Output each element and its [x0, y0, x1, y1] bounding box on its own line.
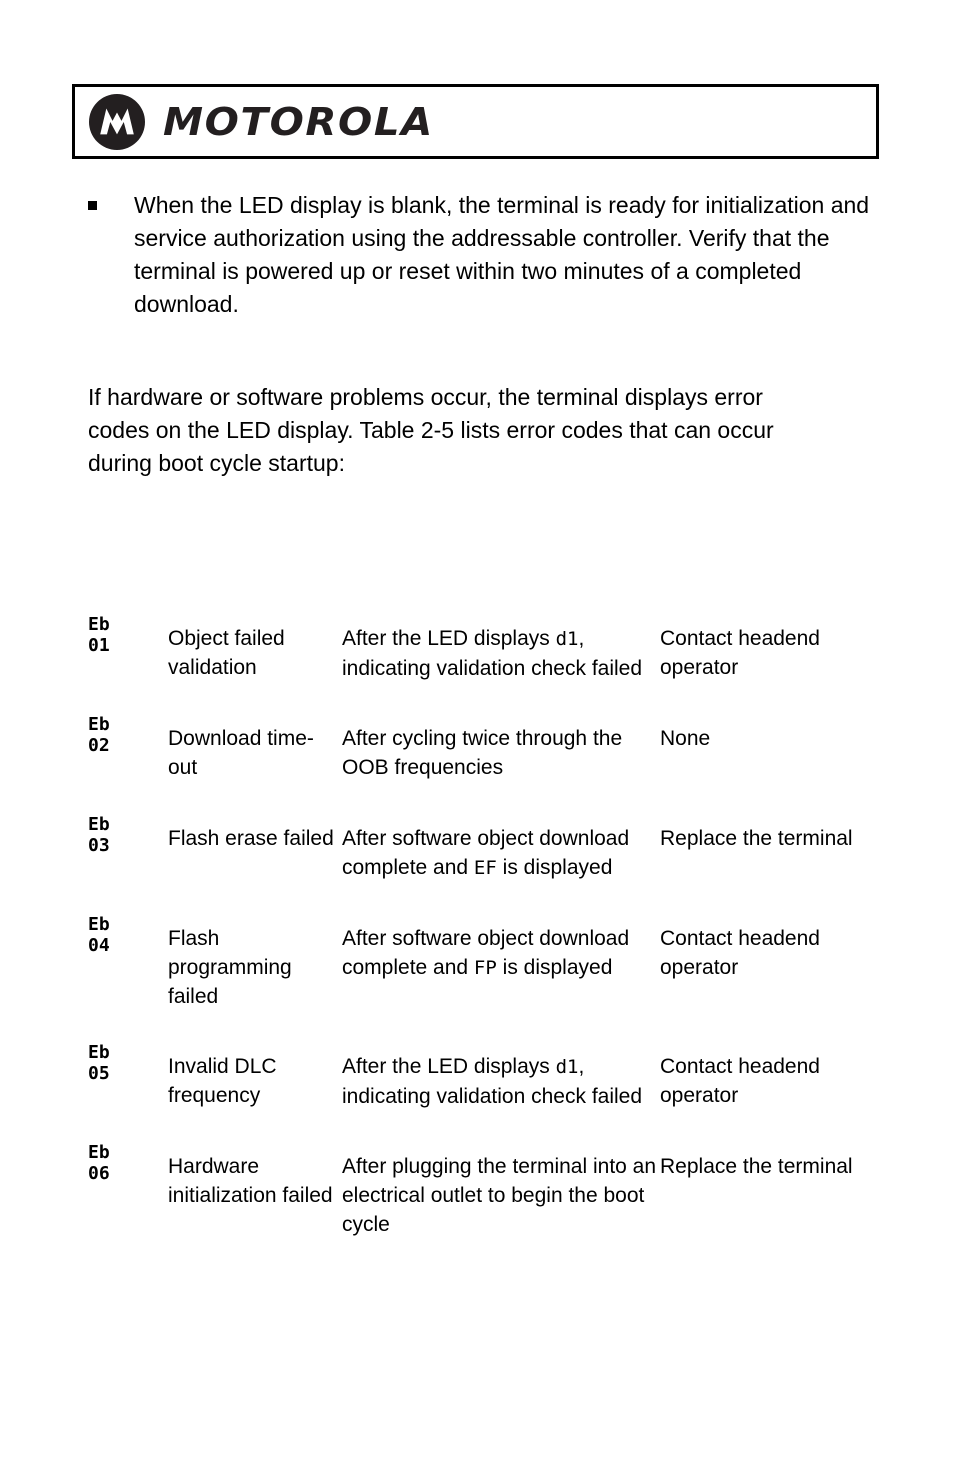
motorola-logo: MOTOROLA [89, 93, 432, 150]
square-bullet-icon [88, 201, 97, 210]
error-condition-cell: After plugging the terminal into an elec… [342, 1140, 660, 1240]
error-condition-cell: After software object download complete … [342, 912, 660, 983]
error-description-cell: Download time-out [168, 727, 314, 779]
intro-paragraph: If hardware or software problems occur, … [88, 384, 774, 476]
bullet-item-text: When the LED display is blank, the termi… [134, 192, 870, 317]
error-action-cell: Contact headend operator [660, 927, 820, 979]
list-item: When the LED display is blank, the termi… [88, 189, 888, 321]
error-condition-cell: After software object download complete … [342, 812, 660, 883]
error-action-cell: Contact headend operator [660, 1055, 820, 1107]
error-action-cell: None [660, 727, 711, 750]
error-condition-cell: After cycling twice through the OOB freq… [342, 712, 660, 783]
table-row: Eb 06 Hardware initialization failed Aft… [88, 1140, 898, 1240]
error-code-cell: Eb 03 [88, 814, 110, 856]
error-code-table: Eb 01 Object failed validation After the… [88, 612, 898, 1240]
inline-code: EF [473, 857, 497, 879]
bullet-list: When the LED display is blank, the termi… [88, 189, 888, 321]
error-condition-cell: After the LED displays d1, indicating va… [342, 612, 660, 683]
error-description-cell: Flash programming failed [168, 927, 292, 1008]
error-action-cell: Replace the terminal [660, 827, 853, 850]
error-description-cell: Flash erase failed [168, 827, 334, 850]
page-header-box: MOTOROLA [72, 84, 879, 159]
table-row: Eb 04 Flash programming failed After sof… [88, 912, 898, 1011]
error-code-cell: Eb 06 [88, 1142, 110, 1184]
error-code-cell: Eb 01 [88, 614, 110, 656]
error-action-cell: Contact headend operator [660, 627, 820, 679]
condition-text-post: is displayed [496, 856, 613, 879]
inline-code: FP [473, 957, 497, 979]
error-description-cell: Object failed validation [168, 627, 285, 679]
error-description-cell: Invalid DLC frequency [168, 1055, 277, 1107]
error-code-cell: Eb 04 [88, 914, 110, 956]
inline-code: d1 [555, 628, 579, 650]
condition-text-pre: After the LED displays [342, 627, 556, 650]
error-condition-cell: After the LED displays d1, indicating va… [342, 1040, 660, 1111]
table-row: Eb 02 Download time-out After cycling tw… [88, 712, 898, 783]
error-action-cell: Replace the terminal [660, 1155, 853, 1178]
condition-text-pre: After cycling twice through the OOB freq… [342, 727, 623, 779]
error-description-cell: Hardware initialization failed [168, 1155, 333, 1207]
error-code-cell: Eb 05 [88, 1042, 110, 1084]
motorola-batwing-icon [89, 93, 145, 150]
condition-text-pre: After plugging the terminal into an elec… [342, 1155, 657, 1236]
table-row: Eb 01 Object failed validation After the… [88, 612, 898, 683]
condition-text-post: is displayed [496, 956, 613, 979]
table-row: Eb 05 Invalid DLC frequency After the LE… [88, 1040, 898, 1111]
error-code-cell: Eb 02 [88, 714, 110, 756]
motorola-wordmark: MOTOROLA [163, 99, 434, 144]
condition-text-pre: After the LED displays [342, 1055, 556, 1078]
table-row: Eb 03 Flash erase failed After software … [88, 812, 898, 883]
inline-code: d1 [555, 1056, 579, 1078]
